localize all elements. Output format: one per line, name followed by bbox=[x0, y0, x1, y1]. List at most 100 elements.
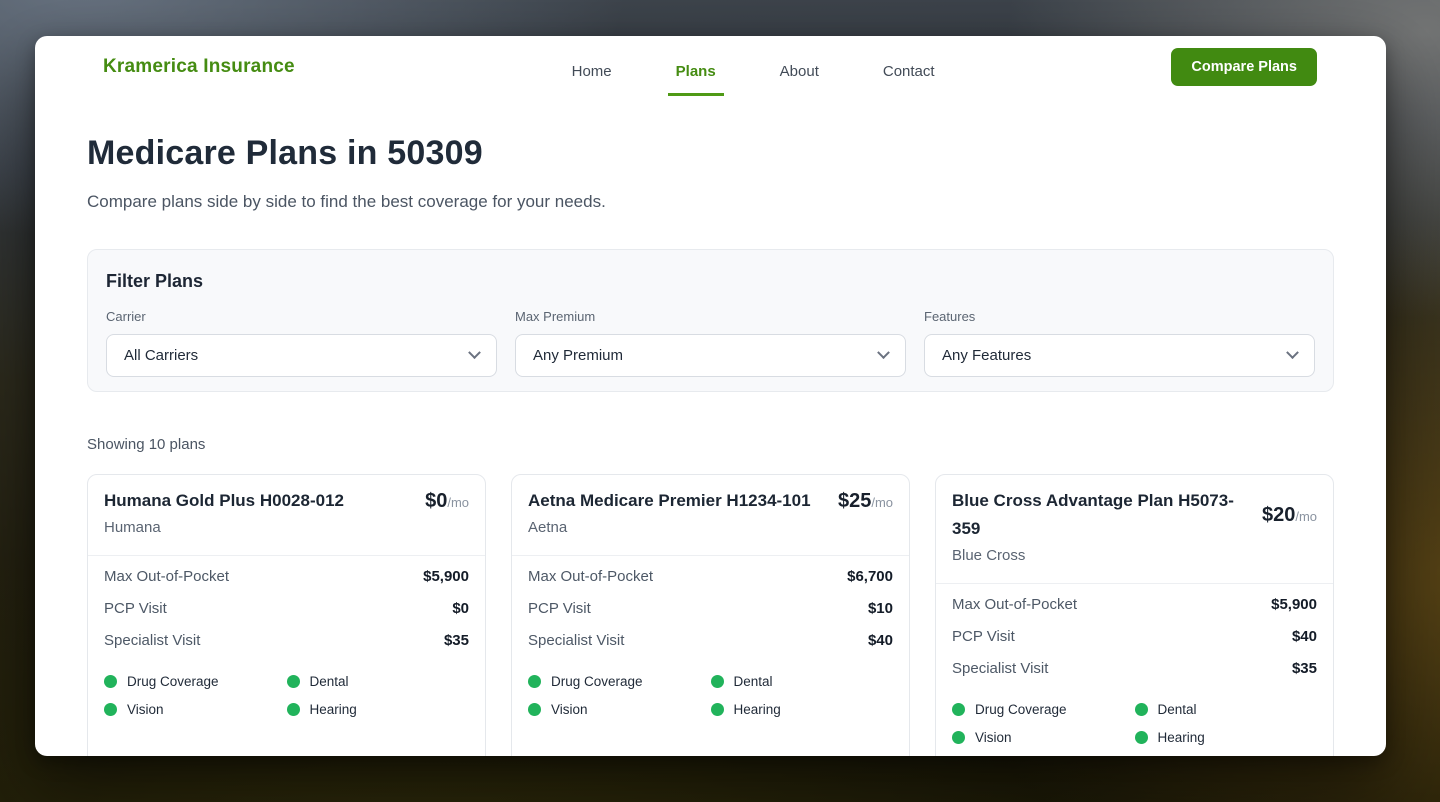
feature-label: Vision bbox=[127, 702, 164, 717]
plan-head: Humana Gold Plus H0028-012 $0/mo Humana bbox=[88, 475, 485, 556]
plan-card-blue-cross: Blue Cross Advantage Plan H5073-359 $20/… bbox=[935, 474, 1334, 756]
feature-dot-icon bbox=[711, 703, 724, 716]
chevron-down-icon bbox=[1286, 346, 1299, 359]
feature-label: Vision bbox=[975, 730, 1012, 745]
plan-carrier: Humana bbox=[104, 516, 469, 540]
nav-item-contact[interactable]: Contact bbox=[875, 55, 943, 96]
feature-label: Hearing bbox=[734, 702, 781, 717]
filter-grid: Carrier All Carriers Max Premium Any Pre… bbox=[106, 309, 1315, 377]
nav-item-home[interactable]: Home bbox=[564, 55, 620, 96]
plan-features: Drug Coverage Dental Vision Hearing bbox=[936, 686, 1333, 756]
feature-dot-icon bbox=[104, 703, 117, 716]
feature-dot-icon bbox=[952, 703, 965, 716]
detail-row-moop: Max Out-of-Pocket $5,900 bbox=[104, 560, 469, 592]
results-count: Showing 10 plans bbox=[87, 434, 1334, 456]
feature-item: Hearing bbox=[287, 695, 470, 723]
feature-item: Vision bbox=[528, 695, 711, 723]
plan-carrier: Aetna bbox=[528, 516, 893, 540]
filter-field-features: Features Any Features bbox=[924, 309, 1315, 377]
plan-carrier: Blue Cross bbox=[952, 544, 1317, 568]
detail-label: PCP Visit bbox=[528, 600, 591, 617]
main-nav: Home Plans About Contact bbox=[564, 55, 943, 80]
detail-row-moop: Max Out-of-Pocket $6,700 bbox=[528, 560, 893, 592]
carrier-select-value: All Carriers bbox=[124, 347, 198, 364]
plan-card-aetna: Aetna Medicare Premier H1234-101 $25/mo … bbox=[511, 474, 910, 756]
max-premium-label: Max Premium bbox=[515, 309, 906, 325]
detail-row-specialist: Specialist Visit $35 bbox=[104, 624, 469, 656]
detail-value: $5,900 bbox=[1271, 596, 1317, 613]
price-suffix: /mo bbox=[1295, 509, 1317, 524]
detail-row-specialist: Specialist Visit $40 bbox=[528, 624, 893, 656]
plan-card-humana: Humana Gold Plus H0028-012 $0/mo Humana … bbox=[87, 474, 486, 756]
plan-features: Drug Coverage Dental Vision Hearing bbox=[88, 658, 485, 737]
feature-label: Vision bbox=[551, 702, 588, 717]
carrier-label: Carrier bbox=[106, 309, 497, 325]
detail-label: Max Out-of-Pocket bbox=[952, 596, 1077, 613]
brand-logo[interactable]: Kramerica Insurance bbox=[103, 56, 295, 78]
detail-row-pcp: PCP Visit $10 bbox=[528, 592, 893, 624]
plan-price: $20/mo bbox=[1262, 504, 1317, 527]
max-premium-select[interactable]: Any Premium bbox=[515, 334, 906, 377]
feature-dot-icon bbox=[711, 675, 724, 688]
detail-label: Specialist Visit bbox=[952, 660, 1048, 677]
feature-label: Hearing bbox=[1158, 730, 1205, 745]
detail-value: $40 bbox=[868, 632, 893, 649]
plan-name: Aetna Medicare Premier H1234-101 bbox=[528, 487, 838, 515]
detail-label: Max Out-of-Pocket bbox=[104, 568, 229, 585]
feature-label: Hearing bbox=[310, 702, 357, 717]
features-select[interactable]: Any Features bbox=[924, 334, 1315, 377]
feature-item: Dental bbox=[287, 667, 470, 695]
nav-item-about[interactable]: About bbox=[772, 55, 827, 96]
detail-label: Max Out-of-Pocket bbox=[528, 568, 653, 585]
feature-dot-icon bbox=[104, 675, 117, 688]
feature-item: Hearing bbox=[711, 695, 894, 723]
feature-dot-icon bbox=[1135, 731, 1148, 744]
feature-dot-icon bbox=[1135, 703, 1148, 716]
feature-item: Vision bbox=[952, 723, 1135, 751]
plan-name: Blue Cross Advantage Plan H5073-359 bbox=[952, 487, 1262, 543]
detail-value: $10 bbox=[868, 600, 893, 617]
feature-dot-icon bbox=[528, 675, 541, 688]
feature-item: Drug Coverage bbox=[952, 695, 1135, 723]
page-title: Medicare Plans in 50309 bbox=[87, 132, 1334, 174]
feature-item: Drug Coverage bbox=[104, 667, 287, 695]
filter-field-carrier: Carrier All Carriers bbox=[106, 309, 497, 377]
chevron-down-icon bbox=[877, 346, 890, 359]
carrier-select[interactable]: All Carriers bbox=[106, 334, 497, 377]
feature-label: Dental bbox=[1158, 702, 1197, 717]
detail-value: $35 bbox=[444, 632, 469, 649]
plan-features: Drug Coverage Dental Vision Hearing bbox=[512, 658, 909, 737]
price-amount: $25 bbox=[838, 490, 871, 512]
feature-item: Hearing bbox=[1135, 723, 1318, 751]
detail-row-pcp: PCP Visit $0 bbox=[104, 592, 469, 624]
hero-section: Medicare Plans in 50309 Compare plans si… bbox=[35, 132, 1386, 214]
detail-value: $6,700 bbox=[847, 568, 893, 585]
plan-head: Aetna Medicare Premier H1234-101 $25/mo … bbox=[512, 475, 909, 556]
feature-item: Dental bbox=[1135, 695, 1318, 723]
feature-label: Drug Coverage bbox=[127, 674, 219, 689]
site-header: Kramerica Insurance Home Plans About Con… bbox=[35, 36, 1386, 84]
plan-price: $25/mo bbox=[838, 490, 893, 513]
detail-row-moop: Max Out-of-Pocket $5,900 bbox=[952, 588, 1317, 620]
features-label: Features bbox=[924, 309, 1315, 325]
feature-label: Drug Coverage bbox=[975, 702, 1067, 717]
plan-head: Blue Cross Advantage Plan H5073-359 $20/… bbox=[936, 475, 1333, 584]
feature-label: Dental bbox=[310, 674, 349, 689]
nav-item-plans[interactable]: Plans bbox=[668, 55, 724, 96]
detail-row-pcp: PCP Visit $40 bbox=[952, 620, 1317, 652]
detail-value: $0 bbox=[452, 600, 469, 617]
plan-name: Humana Gold Plus H0028-012 bbox=[104, 487, 425, 515]
feature-dot-icon bbox=[528, 703, 541, 716]
max-premium-select-value: Any Premium bbox=[533, 347, 623, 364]
plan-details: Max Out-of-Pocket $6,700 PCP Visit $10 S… bbox=[512, 556, 909, 658]
feature-label: Dental bbox=[734, 674, 773, 689]
filter-panel-title: Filter Plans bbox=[106, 269, 1315, 294]
price-suffix: /mo bbox=[447, 495, 469, 510]
detail-label: PCP Visit bbox=[952, 628, 1015, 645]
detail-label: PCP Visit bbox=[104, 600, 167, 617]
plan-details: Max Out-of-Pocket $5,900 PCP Visit $40 S… bbox=[936, 584, 1333, 686]
compare-plans-button[interactable]: Compare Plans bbox=[1171, 48, 1317, 86]
feature-item: Drug Coverage bbox=[528, 667, 711, 695]
feature-item: Dental bbox=[711, 667, 894, 695]
detail-label: Specialist Visit bbox=[528, 632, 624, 649]
